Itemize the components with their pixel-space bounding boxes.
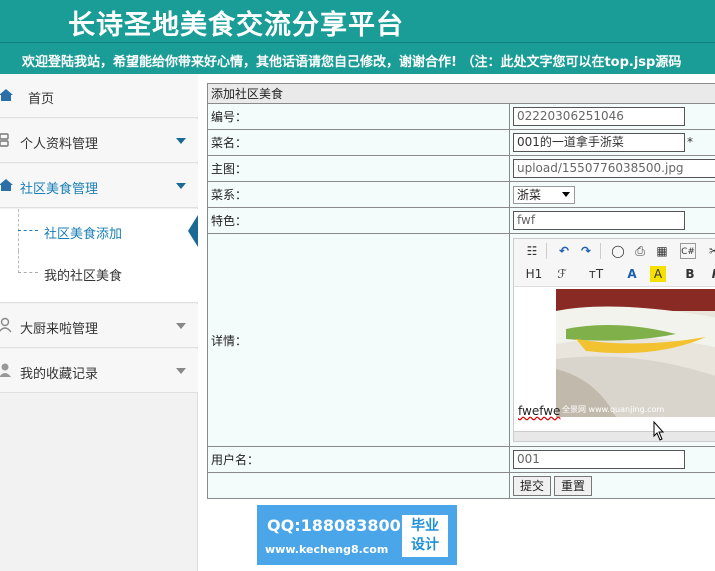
id-input[interactable]: 02220306251046 (513, 107, 685, 126)
food-photo: 全景网 www.quanjing.com (556, 289, 715, 417)
rich-text-editor[interactable]: ☷ ↶ ↷ ◯ ⎙ ▦ C# ✂ H1 ℱ тT A A (513, 238, 715, 442)
marquee-bar: 欢迎登陆我站，希望能给你带来好心情，其他话语请您自己修改，谢谢合作! （注：此处… (0, 42, 715, 74)
active-indicator-icon (188, 215, 198, 247)
tree-line (18, 251, 19, 273)
editor-toolbar: ☷ ↶ ↷ ◯ ⎙ ▦ C# ✂ H1 ℱ тT A A (514, 239, 715, 287)
sidebar-item-community-food[interactable]: 社区美食管理 (0, 164, 198, 208)
form-table: 添加社区美食 编号： 02220306251046 菜名： 001的一道拿手浙菜… (207, 83, 715, 499)
heading-icon[interactable]: H1 (522, 266, 546, 282)
sidebar-item-chef[interactable]: 大厨来啦管理 (0, 304, 198, 348)
empty-cell (207, 472, 510, 499)
field-label: 菜系： (207, 181, 510, 208)
highlight-color-icon[interactable]: A (650, 266, 666, 282)
add-food-form: 添加社区美食 编号： 02220306251046 菜名： 001的一道拿手浙菜… (207, 83, 715, 499)
sidebar-item-home[interactable]: 首页 (0, 74, 198, 118)
redo-icon[interactable]: ↷ (578, 243, 594, 259)
italic-icon[interactable]: I (706, 266, 715, 282)
home-icon (0, 89, 13, 101)
sidebar-item-label: 大厨来啦管理 (20, 322, 99, 337)
sidebar-subitem-my-food[interactable]: 我的社区美食 (0, 251, 198, 303)
sidebar-item-label: 首页 (28, 92, 55, 107)
field-label: 编号： (207, 103, 510, 130)
tree-branch (18, 272, 38, 273)
template-icon[interactable]: ▦ (654, 243, 670, 259)
submit-button[interactable]: 提交 (513, 475, 552, 496)
editor-text: fwefwe (518, 404, 561, 418)
watermark-qq: QQ:188083800 (267, 516, 401, 535)
field-label: 主图： (207, 155, 510, 182)
cuisine-select[interactable]: 浙菜 (513, 185, 575, 204)
cut-icon[interactable]: ✂ (706, 243, 715, 259)
tree-branch (18, 230, 38, 231)
chevron-down-icon (176, 138, 186, 144)
home-icon (0, 179, 13, 191)
required-mark: * (687, 135, 693, 149)
sidebar-subitem-label: 我的社区美食 (44, 269, 123, 284)
reset-button[interactable]: 重置 (554, 475, 593, 496)
mouse-cursor-icon (653, 421, 665, 441)
font-family-icon[interactable]: ℱ (554, 266, 570, 282)
field-label: 详情： (207, 233, 510, 447)
dropdown-arrow-icon (562, 191, 570, 197)
profile-icon (0, 133, 9, 147)
undo-icon[interactable]: ↶ (556, 243, 572, 259)
field-label: 特色： (207, 207, 510, 234)
badge-line: 设计 (411, 537, 439, 553)
watermark: QQ:188083800 www.kecheng8.com 毕业 设计 (257, 505, 457, 565)
sidebar-subitem-add-food[interactable]: 社区美食添加 (0, 209, 198, 251)
code-icon[interactable]: C# (680, 243, 696, 259)
image-caption: 全景网 www.quanjing.com (562, 404, 665, 414)
editor-content[interactable]: 全景网 www.quanjing.com fwefwe (514, 287, 715, 441)
field-label: 菜名： (207, 129, 510, 156)
chef-icon (0, 317, 12, 333)
username-input[interactable]: 001 (513, 450, 685, 469)
badge-line: 毕业 (411, 518, 439, 534)
marquee-text: 欢迎登陆我站，希望能给你带来好心情，其他话语请您自己修改，谢谢合作! （注：此处… (22, 55, 682, 70)
sidebar-item-label: 我的收藏记录 (20, 367, 99, 382)
font-size-icon[interactable]: тT (586, 266, 606, 282)
bold-icon[interactable]: B (682, 266, 698, 282)
watermark-site: www.kecheng8.com (265, 543, 389, 556)
image-path-input[interactable]: upload/1550776038500.jpg (513, 159, 715, 178)
preview-icon[interactable]: ◯ (610, 243, 626, 259)
sidebar-subitem-label: 社区美食添加 (44, 227, 123, 242)
watermark-badge: 毕业 设计 (402, 515, 448, 557)
sidebar-item-favorites[interactable]: 我的收藏记录 (0, 349, 198, 393)
toolbar-divider (600, 243, 601, 259)
chevron-down-icon (176, 368, 186, 374)
form-heading: 添加社区美食 (207, 83, 715, 104)
sidebar-item-label: 社区美食管理 (20, 182, 99, 197)
site-title: 长诗圣地美食交流分享平台 (68, 10, 404, 41)
chevron-down-icon (176, 183, 186, 189)
sidebar-item-label: 个人资料管理 (20, 137, 99, 152)
toolbar-divider (546, 243, 547, 259)
user-icon (0, 363, 11, 377)
header: 长诗圣地美食交流分享平台 (0, 0, 715, 42)
cuisine-select-value: 浙菜 (517, 187, 542, 202)
sidebar-item-profile[interactable]: 个人资料管理 (0, 119, 198, 163)
chevron-down-icon (176, 323, 186, 329)
print-icon[interactable]: ⎙ (632, 243, 648, 259)
paste-icon[interactable]: ☷ (524, 243, 540, 259)
font-color-icon[interactable]: A (624, 266, 640, 282)
name-input[interactable]: 001的一道拿手浙菜 (513, 133, 685, 152)
editor-scrollbar[interactable] (514, 431, 715, 441)
sidebar: 首页 个人资料管理 社区美食管理 社区美食添加 我的社区美食 大厨来啦管理 我的… (0, 74, 198, 571)
field-label: 用户名： (207, 446, 510, 473)
feature-input[interactable]: fwf (513, 211, 685, 230)
